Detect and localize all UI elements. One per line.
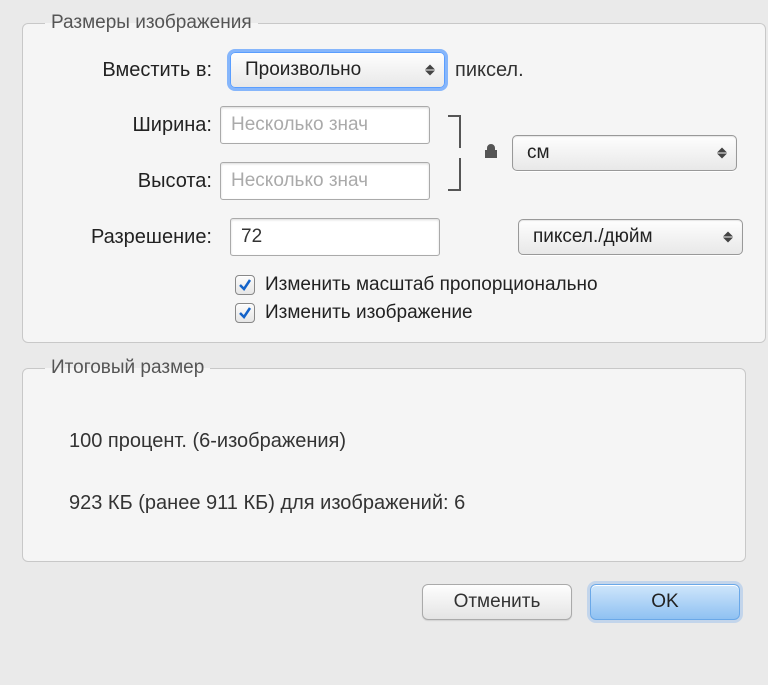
dimension-unit-select[interactable]: см — [512, 135, 737, 171]
cancel-button-label: Отменить — [454, 591, 541, 613]
resample-image-label: Изменить изображение — [265, 302, 473, 324]
width-height-block: Ширина: Высота: см — [45, 106, 743, 200]
bracket-icon — [446, 108, 470, 198]
fit-into-unit: пиксел. — [455, 59, 524, 82]
width-label: Ширина: — [45, 114, 220, 137]
fit-into-row: Вместить в: Произвольно пиксел. — [45, 52, 743, 88]
resolution-label: Разрешение: — [45, 226, 220, 249]
chevron-updown-icon — [716, 147, 728, 160]
lock-icon[interactable] — [482, 142, 500, 165]
ok-button[interactable]: OK — [590, 584, 740, 620]
check-icon — [238, 278, 252, 292]
resample-image-checkbox[interactable] — [235, 303, 255, 323]
dimensions-link-bracket — [446, 108, 470, 198]
fit-into-label: Вместить в: — [45, 59, 220, 82]
scale-proportionally-checkbox[interactable] — [235, 275, 255, 295]
resulting-size-group: Итоговый размер 100 процент. (6-изображе… — [22, 357, 746, 562]
chevron-updown-icon — [722, 231, 734, 244]
width-input[interactable] — [220, 106, 430, 144]
image-dimensions-legend: Размеры изображения — [45, 12, 258, 34]
resolution-input[interactable] — [230, 218, 440, 256]
result-line-1: 100 процент. (6-изображения) — [69, 425, 699, 457]
result-line-2: 923 КБ (ранее 911 КБ) для изображений: 6 — [69, 487, 699, 519]
fit-into-select[interactable]: Произвольно — [230, 52, 445, 88]
chevron-updown-icon — [424, 64, 436, 77]
fit-into-select-value: Произвольно — [245, 59, 361, 81]
dialog-buttons: Отменить OK — [22, 576, 746, 620]
resolution-row: Разрешение: пиксел./дюйм — [45, 218, 743, 256]
height-label: Высота: — [45, 170, 220, 193]
height-input[interactable] — [220, 162, 430, 200]
resize-images-dialog: Размеры изображения Вместить в: Произвол… — [0, 0, 768, 644]
resolution-unit-select[interactable]: пиксел./дюйм — [518, 219, 743, 255]
cancel-button[interactable]: Отменить — [422, 584, 572, 620]
resulting-size-legend: Итоговый размер — [45, 357, 210, 379]
scale-proportionally-row[interactable]: Изменить масштаб пропорционально — [235, 274, 743, 296]
ok-button-label: OK — [651, 591, 678, 613]
resolution-unit-value: пиксел./дюйм — [533, 226, 653, 248]
resample-image-row[interactable]: Изменить изображение — [235, 302, 743, 324]
dimension-unit-value: см — [527, 142, 550, 164]
check-icon — [238, 306, 252, 320]
scale-proportionally-label: Изменить масштаб пропорционально — [265, 274, 598, 296]
image-dimensions-group: Размеры изображения Вместить в: Произвол… — [22, 12, 766, 343]
